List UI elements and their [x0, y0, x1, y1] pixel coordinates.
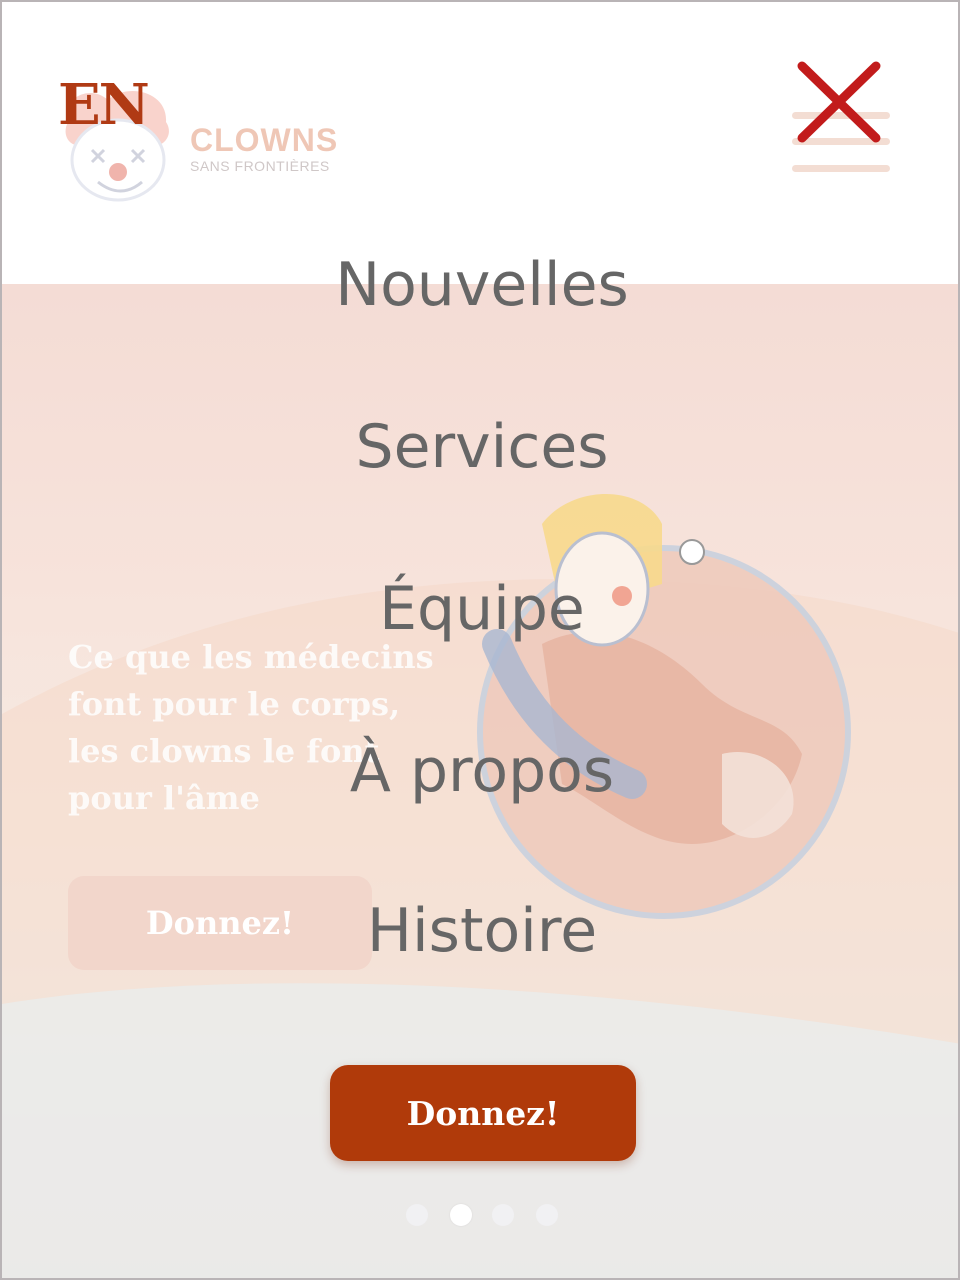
- carousel-dot[interactable]: [536, 1204, 558, 1226]
- logo-title: CLOWNS: [190, 122, 339, 158]
- carousel-dots: [406, 1204, 566, 1228]
- carousel-dot[interactable]: [492, 1204, 514, 1226]
- carousel-dot[interactable]: [406, 1204, 428, 1226]
- logo[interactable]: CLOWNS SANS FRONTIÈRES: [190, 122, 338, 174]
- close-menu-button[interactable]: [792, 60, 888, 144]
- menu-item-services[interactable]: Services: [2, 412, 958, 482]
- menu-item-a-propos[interactable]: À propos: [2, 736, 958, 806]
- slogan-line: font pour le corps,: [68, 685, 401, 723]
- menu-item-nouvelles[interactable]: Nouvelles: [2, 250, 958, 320]
- close-x-icon: [797, 61, 881, 143]
- menu-item-histoire[interactable]: Histoire: [2, 896, 958, 966]
- carousel-dot-active[interactable]: [450, 1204, 472, 1226]
- logo-subtitle: SANS FRONTIÈRES: [190, 158, 330, 174]
- app-screen: Ce que les médecins font pour le corps, …: [0, 0, 960, 1280]
- donate-button[interactable]: Donnez!: [330, 1065, 636, 1161]
- language-toggle[interactable]: EN: [58, 72, 150, 138]
- menu-item-equipe[interactable]: Équipe: [2, 574, 958, 644]
